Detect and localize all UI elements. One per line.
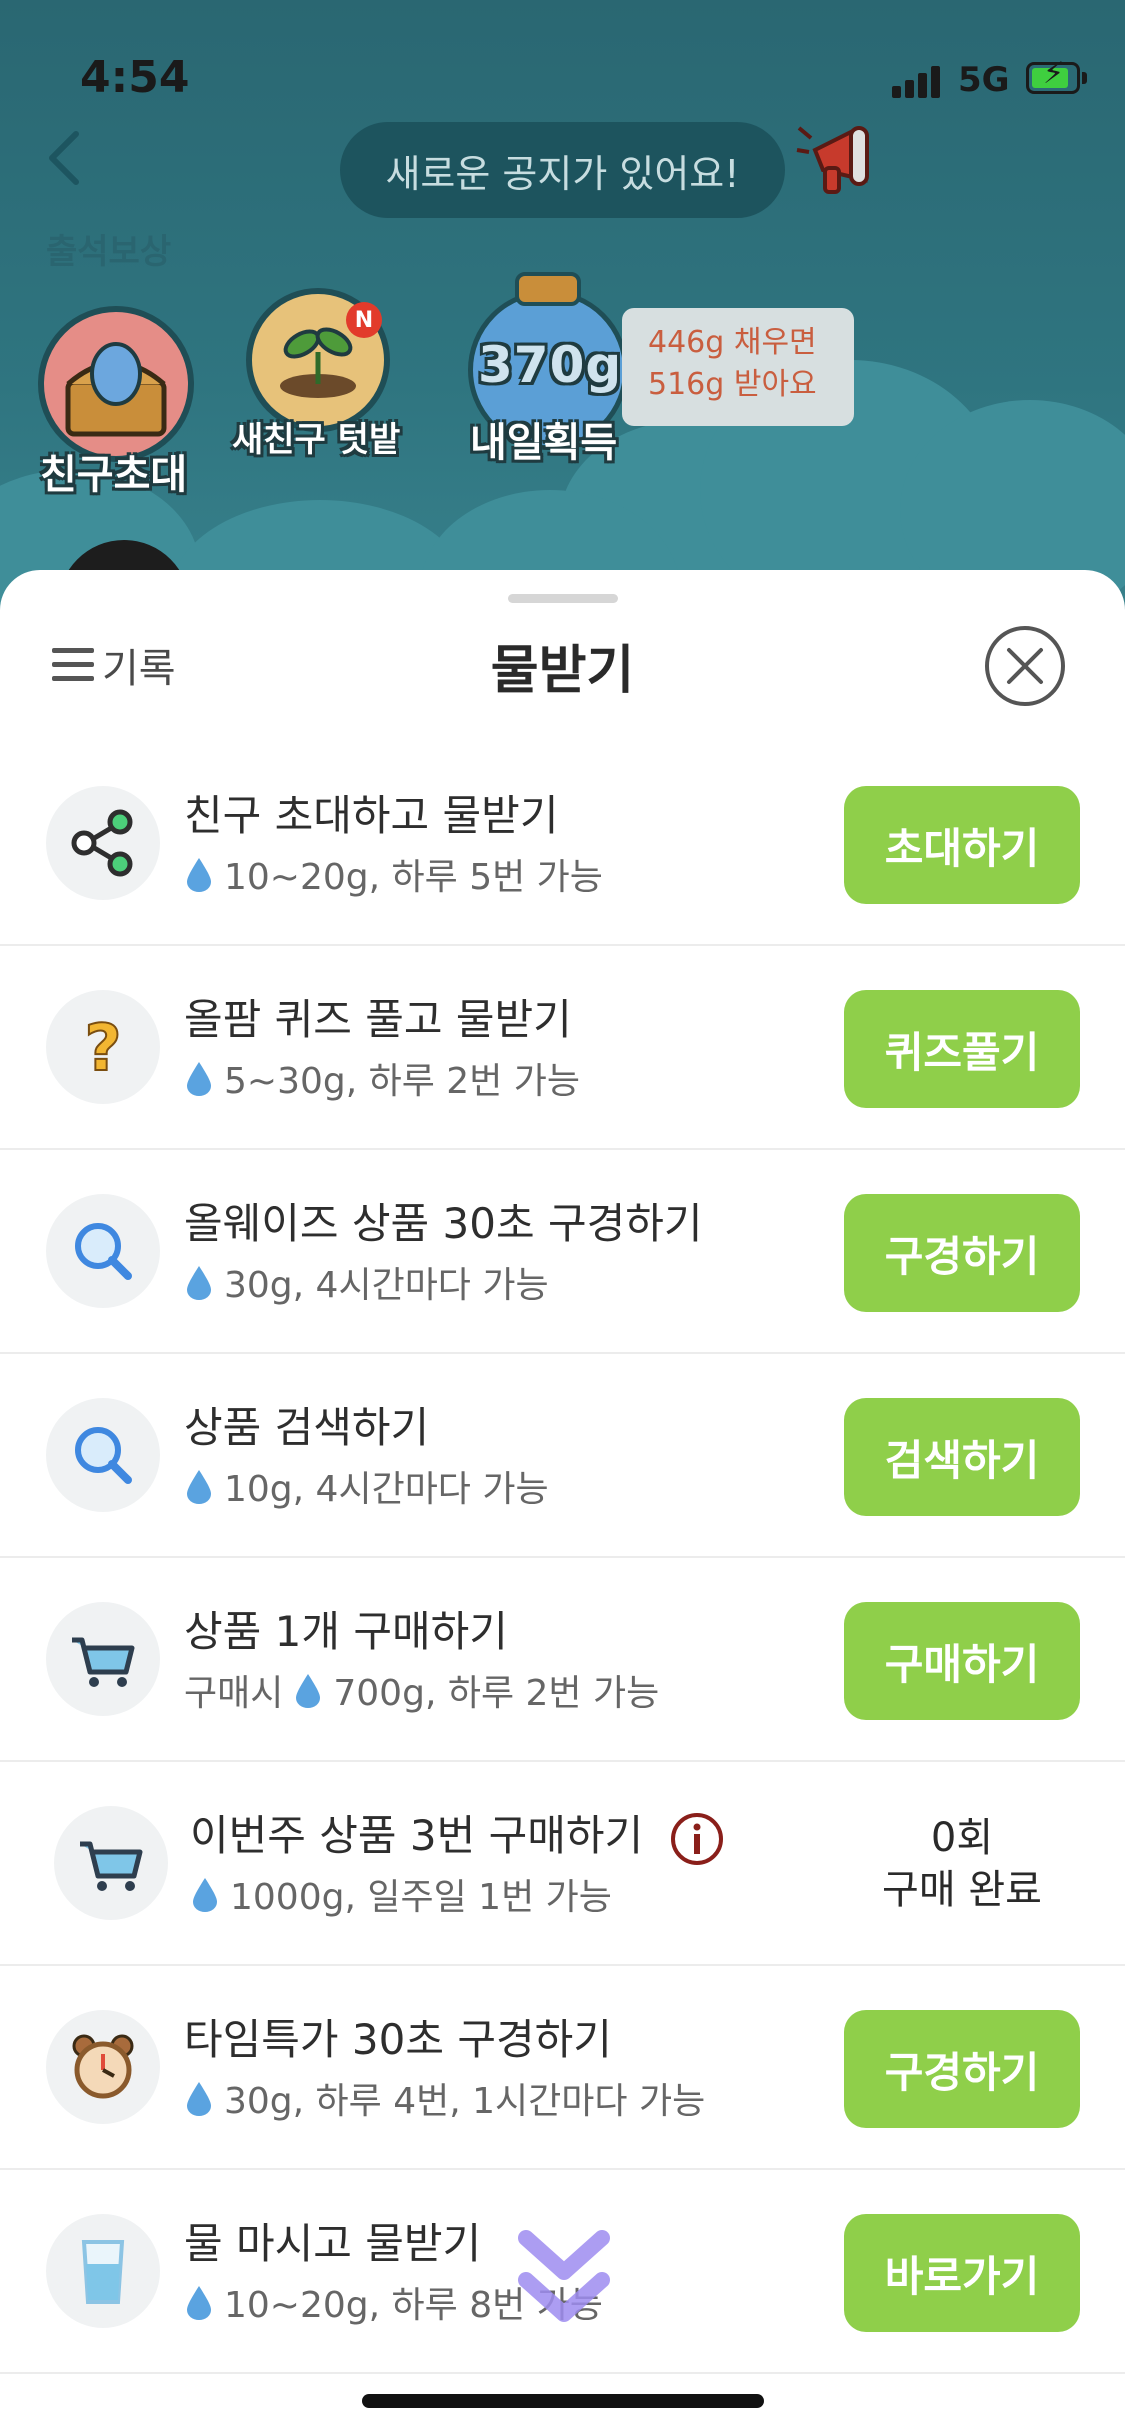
sheet-title: 물받기 [490,641,635,701]
task-row: 친구 초대하고 물받기 10~20g, 하루 5번 가능 초대하기 [0,740,1125,946]
home-indicator[interactable] [362,2394,764,2408]
task-title: 타임특가 30초 구경하기 [184,2015,612,2064]
task-title: 친구 초대하고 물받기 [184,791,559,840]
tip-line-2: 516g 받아요 [648,367,817,402]
purchase-count: 0회 [930,1815,994,1861]
task-row: 상품 검색하기 10g, 4시간마다 가능 검색하기 [0,1352,1125,1558]
task-row: 이번주 상품 3번 구매하기 1000g, 일주일 1번 가능 0회 구매 완료 [0,1760,1125,1966]
close-button[interactable] [985,626,1065,706]
task-detail: 30g, 하루 4번, 1시간마다 가능 [184,2072,705,2124]
svg-text:?: ? [84,1012,121,1086]
tip-line-1: 446g 채우면 [648,325,817,360]
megaphone-icon[interactable] [795,120,885,200]
reward-tip-bubble: 446g 채우면 516g 받아요 [622,308,854,426]
task-detail-text: 700g, 하루 2번 가능 [333,1673,660,1714]
jar-amount: 370g [478,336,623,394]
task-detail-text: 10~20g, 하루 5번 가능 [224,857,603,898]
task-title: 상품 검색하기 [184,1403,430,1452]
sheet-drag-handle[interactable] [508,594,618,603]
quiz-button[interactable]: 퀴즈풀기 [844,990,1080,1108]
task-title: 물 마시고 물받기 [184,2219,482,2268]
new-friend-field-label[interactable]: 새친구 텃밭 [232,412,400,461]
close-icon [1007,648,1043,684]
water-drop-icon [187,1062,211,1096]
status-time: 4:54 [80,52,190,103]
task-detail: 10~20g, 하루 5번 가능 [184,848,603,900]
task-detail-text: 10g, 4시간마다 가능 [224,1469,549,1510]
network-type: 5G [958,60,1010,100]
water-drop-icon [187,2286,211,2320]
invite-friend-label[interactable]: 친구초대 [40,442,187,500]
task-row: 상품 1개 구매하기 구매시 700g, 하루 2번 가능 구매하기 [0,1556,1125,1762]
task-detail-text: 30g, 하루 4번, 1시간마다 가능 [224,2081,706,2122]
browse-button[interactable]: 구경하기 [844,1194,1080,1312]
search-button[interactable]: 검색하기 [844,1398,1080,1516]
task-detail-text: 1000g, 일주일 1번 가능 [230,1877,612,1918]
browse-deal-button[interactable]: 구경하기 [844,2010,1080,2128]
water-drop-icon [187,1266,211,1300]
back-arrow-icon[interactable] [38,128,98,188]
water-drop-icon [296,1674,321,1708]
task-detail: 10g, 4시간마다 가능 [184,1460,549,1512]
cart-icon [46,1602,160,1716]
question-icon: ? [46,990,160,1104]
water-drop-icon [187,858,211,892]
water-drop-icon [193,1878,217,1912]
jar-lid [515,272,581,306]
share-icon [46,786,160,900]
scroll-down-chevron-icon[interactable] [516,2228,612,2338]
cart-icon [54,1806,168,1920]
magnifier-icon [46,1194,160,1308]
task-title: 올팜 퀴즈 풀고 물받기 [184,995,572,1044]
water-drop-icon [187,2082,211,2116]
battery-nub [1082,72,1087,84]
task-title: 상품 1개 구매하기 [184,1607,508,1656]
water-drop-icon [187,1470,211,1504]
task-row: 타임특가 30초 구경하기 30g, 하루 4번, 1시간마다 가능 구경하기 [0,1964,1125,2170]
task-row: 올웨이즈 상품 30초 구경하기 30g, 4시간마다 가능 구경하기 [0,1148,1125,1354]
treasure-chest-icon[interactable] [38,306,194,462]
task-detail: 구매시 700g, 하루 2번 가능 [184,1664,659,1716]
attendance-reward-title: 출석보상 [46,232,172,272]
new-badge: N [346,302,382,338]
task-detail: 30g, 4시간마다 가능 [184,1256,549,1308]
task-title: 이번주 상품 3번 구매하기 [190,1802,725,1867]
task-detail-text: 5~30g, 하루 2번 가능 [224,1061,581,1102]
task-detail-prefix: 구매시 [184,1673,284,1714]
purchase-status-label: 구매 완료 [882,1867,1042,1913]
invite-button[interactable]: 초대하기 [844,786,1080,904]
purchase-count-status: 0회 구매 완료 [844,1812,1080,1916]
task-row: ? 올팜 퀴즈 풀고 물받기 5~30g, 하루 2번 가능 퀴즈풀기 [0,944,1125,1150]
task-title-text: 이번주 상품 3번 구매하기 [190,1811,644,1860]
task-detail: 1000g, 일주일 1번 가능 [190,1868,612,1920]
purchase-button[interactable]: 구매하기 [844,1602,1080,1720]
magnifier-icon [46,1398,160,1512]
water-glass-icon [46,2214,160,2328]
battery-icon: ⚡ [1026,59,1080,94]
alarm-clock-icon [46,2010,160,2124]
notice-banner[interactable]: 새로운 공지가 있어요! [340,122,785,218]
task-title: 올웨이즈 상품 30초 구경하기 [184,1199,703,1248]
water-tasks-sheet: 기록 물받기 친구 초대하고 물받기 10~20g, 하루 5번 가능 초대하기… [0,570,1125,2436]
task-detail-text: 30g, 4시간마다 가능 [224,1265,549,1306]
task-detail: 5~30g, 하루 2번 가능 [184,1052,580,1104]
info-icon[interactable] [669,1811,725,1867]
cellular-signal-icon [892,64,942,98]
go-now-button[interactable]: 바로가기 [844,2214,1080,2332]
tomorrow-reward-label[interactable]: 내일획득 [470,410,617,468]
